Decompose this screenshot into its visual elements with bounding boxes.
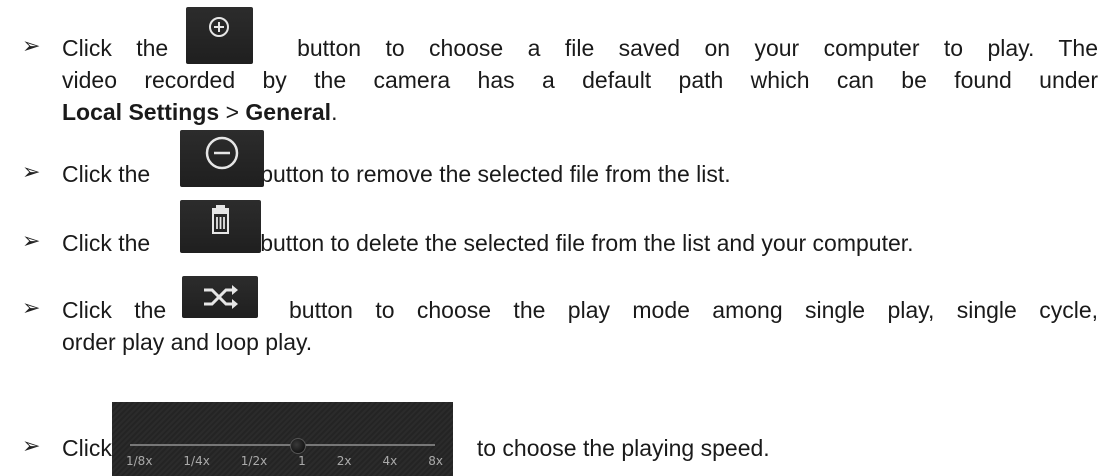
play-mode-button[interactable] [182,276,258,318]
item-4-before: Click the [62,297,167,323]
path-separator: > [219,99,246,125]
item-2-before: Click the [62,161,151,187]
bullet-arrow: ➢ [22,160,41,185]
speed-slider-knob[interactable] [290,438,306,454]
remove-file-button[interactable] [180,130,264,187]
item-1-line-3: Local Settings > General. [62,98,337,126]
item-2-after: button to remove the selected file from … [260,161,731,187]
speed-label[interactable]: 1/4x [183,454,209,468]
item-2-line: Click the button to remove the selected f… [62,160,731,188]
bullet-arrow: ➢ [22,34,41,59]
speed-label[interactable]: 1/2x [241,454,267,468]
delete-file-button[interactable] [180,200,261,253]
speed-slider[interactable]: 1/8x 1/4x 1/2x 1 2x 4x 8x [112,402,453,476]
item-5-before: Click [62,435,112,461]
item-4-after: button to choose the play mode among sin… [288,297,1099,323]
bullet-arrow: ➢ [22,434,41,459]
speed-label[interactable]: 2x [337,454,352,468]
item-1-before: Click the [62,35,169,61]
item-4-line-2: order play and loop play. [62,329,313,355]
general-label: General [245,99,332,125]
bullet-arrow: ➢ [22,229,41,254]
period: . [331,99,338,125]
speed-slider-track[interactable] [130,444,435,446]
item-5-after: to choose the playing speed. [476,435,770,461]
speed-label[interactable]: 8x [428,454,443,468]
item-3-after: button to delete the selected file from … [260,230,914,256]
item-1-line-2: video recorded by the camera has a defau… [62,67,1098,93]
shuffle-icon [204,285,238,309]
speed-label[interactable]: 4x [383,454,398,468]
speed-label[interactable]: 1 [298,454,306,468]
add-circle-icon [209,17,229,37]
bullet-arrow: ➢ [22,296,41,321]
add-file-button[interactable] [186,7,253,64]
speed-label[interactable]: 1/8x [126,454,152,468]
remove-circle-icon [205,136,239,170]
item-1-after: button to choose a file saved on your co… [297,35,1098,61]
local-settings-label: Local Settings [62,99,220,125]
speed-labels: 1/8x 1/4x 1/2x 1 2x 4x 8x [126,454,443,468]
trash-icon [212,205,229,234]
item-3-before: Click the [62,230,151,256]
